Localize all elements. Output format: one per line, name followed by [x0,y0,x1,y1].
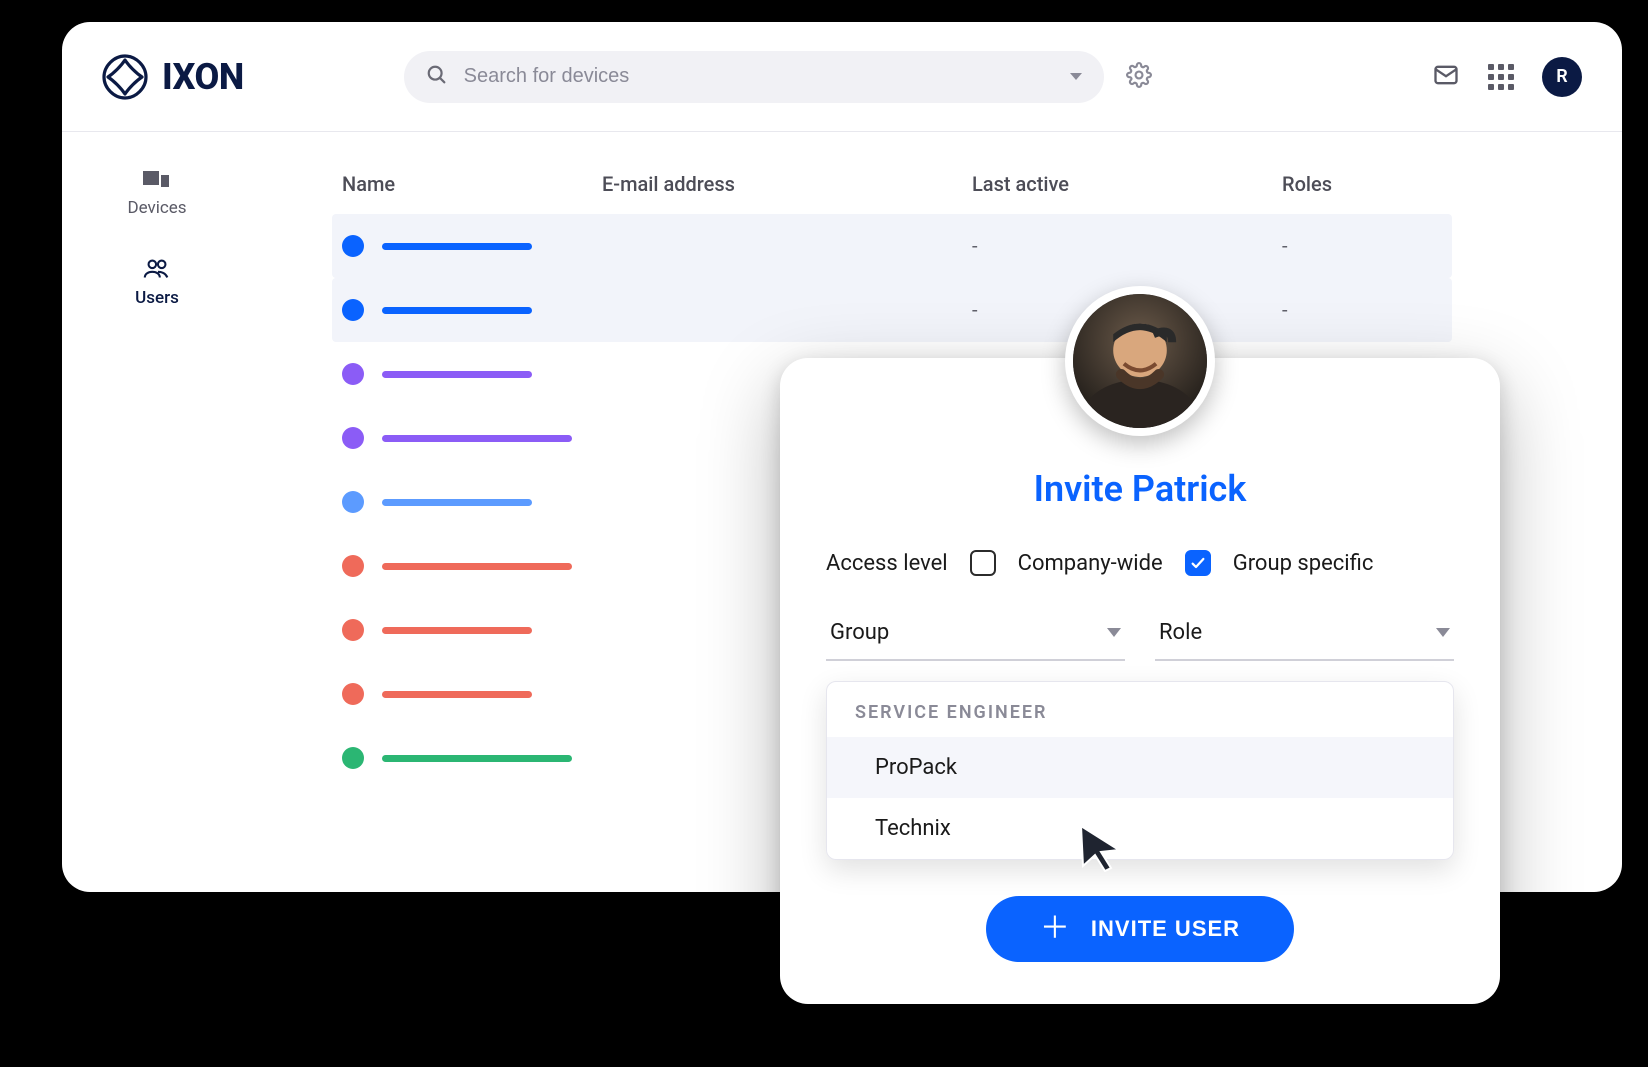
chevron-down-icon [1436,628,1450,637]
search-dropdown-icon[interactable] [1070,73,1082,80]
app-header: IXON [62,22,1622,132]
user-name-placeholder [382,243,532,250]
user-status-dot [342,747,364,769]
sidebar-item-label: Devices [127,198,186,218]
dropdown-section-header: SERVICE ENGINEER [827,682,1453,737]
group-dropdown: SERVICE ENGINEER ProPack Technix [826,681,1454,860]
user-status-dot [342,235,364,257]
settings-gear-icon[interactable] [1126,62,1152,92]
col-email: E-mail address [602,172,972,196]
user-status-dot [342,299,364,321]
invite-button-label: INVITE USER [1091,916,1240,942]
devices-icon [142,168,172,190]
role-select[interactable]: Role [1155,610,1454,661]
roles-cell: - [1282,234,1442,258]
invite-user-button[interactable]: ＋ INVITE USER [986,896,1294,962]
last-active-cell: - [972,234,1282,258]
user-name-placeholder [382,563,572,570]
access-level-row: Access level Company-wide Group specific [826,550,1454,576]
search-icon [426,64,448,90]
user-avatar[interactable]: R [1542,57,1582,97]
company-wide-checkbox[interactable] [970,550,996,576]
chevron-down-icon [1107,628,1121,637]
group-specific-label: Group specific [1233,551,1374,576]
user-status-dot [342,491,364,513]
group-specific-checkbox[interactable] [1185,550,1211,576]
table-row[interactable]: -- [332,214,1452,278]
table-row[interactable]: -- [332,278,1452,342]
dropdown-option[interactable]: Technix [827,798,1453,859]
user-status-dot [342,555,364,577]
user-name-placeholder [382,371,532,378]
user-name-placeholder [382,307,532,314]
user-name-placeholder [382,691,532,698]
brand-logo-icon [102,54,148,100]
apps-grid-icon[interactable] [1488,64,1514,90]
sidebar-item-devices[interactable]: Devices [127,168,186,218]
user-name-placeholder [382,627,532,634]
brand-name: IXON [162,56,244,98]
brand-logo[interactable]: IXON [102,54,244,100]
search-input[interactable] [464,65,1054,88]
user-status-dot [342,363,364,385]
table-header: Name E-mail address Last active Roles [332,162,1452,214]
user-name-placeholder [382,755,572,762]
roles-cell: - [1282,298,1442,322]
user-status-dot [342,427,364,449]
group-select-label: Group [830,620,889,645]
user-name-placeholder [382,499,532,506]
group-select[interactable]: Group [826,610,1125,661]
role-select-label: Role [1159,620,1202,645]
dropdown-option[interactable]: ProPack [827,737,1453,798]
users-icon [142,258,172,280]
invite-user-modal: Invite Patrick Access level Company-wide… [780,358,1500,1004]
invite-title: Invite Patrick [826,468,1454,510]
header-actions: R [1432,57,1582,97]
user-status-dot [342,683,364,705]
sidebar: Devices Users [62,132,252,892]
col-roles: Roles [1282,172,1442,196]
sidebar-item-users[interactable]: Users [135,258,179,308]
user-name-placeholder [382,435,572,442]
col-name: Name [342,172,602,196]
search-bar[interactable] [404,51,1104,103]
invite-avatar [1065,286,1215,436]
user-status-dot [342,619,364,641]
access-level-label: Access level [826,551,948,576]
mail-icon[interactable] [1432,61,1460,93]
col-active: Last active [972,172,1282,196]
company-wide-label: Company-wide [1018,551,1163,576]
sidebar-item-label: Users [135,288,179,308]
